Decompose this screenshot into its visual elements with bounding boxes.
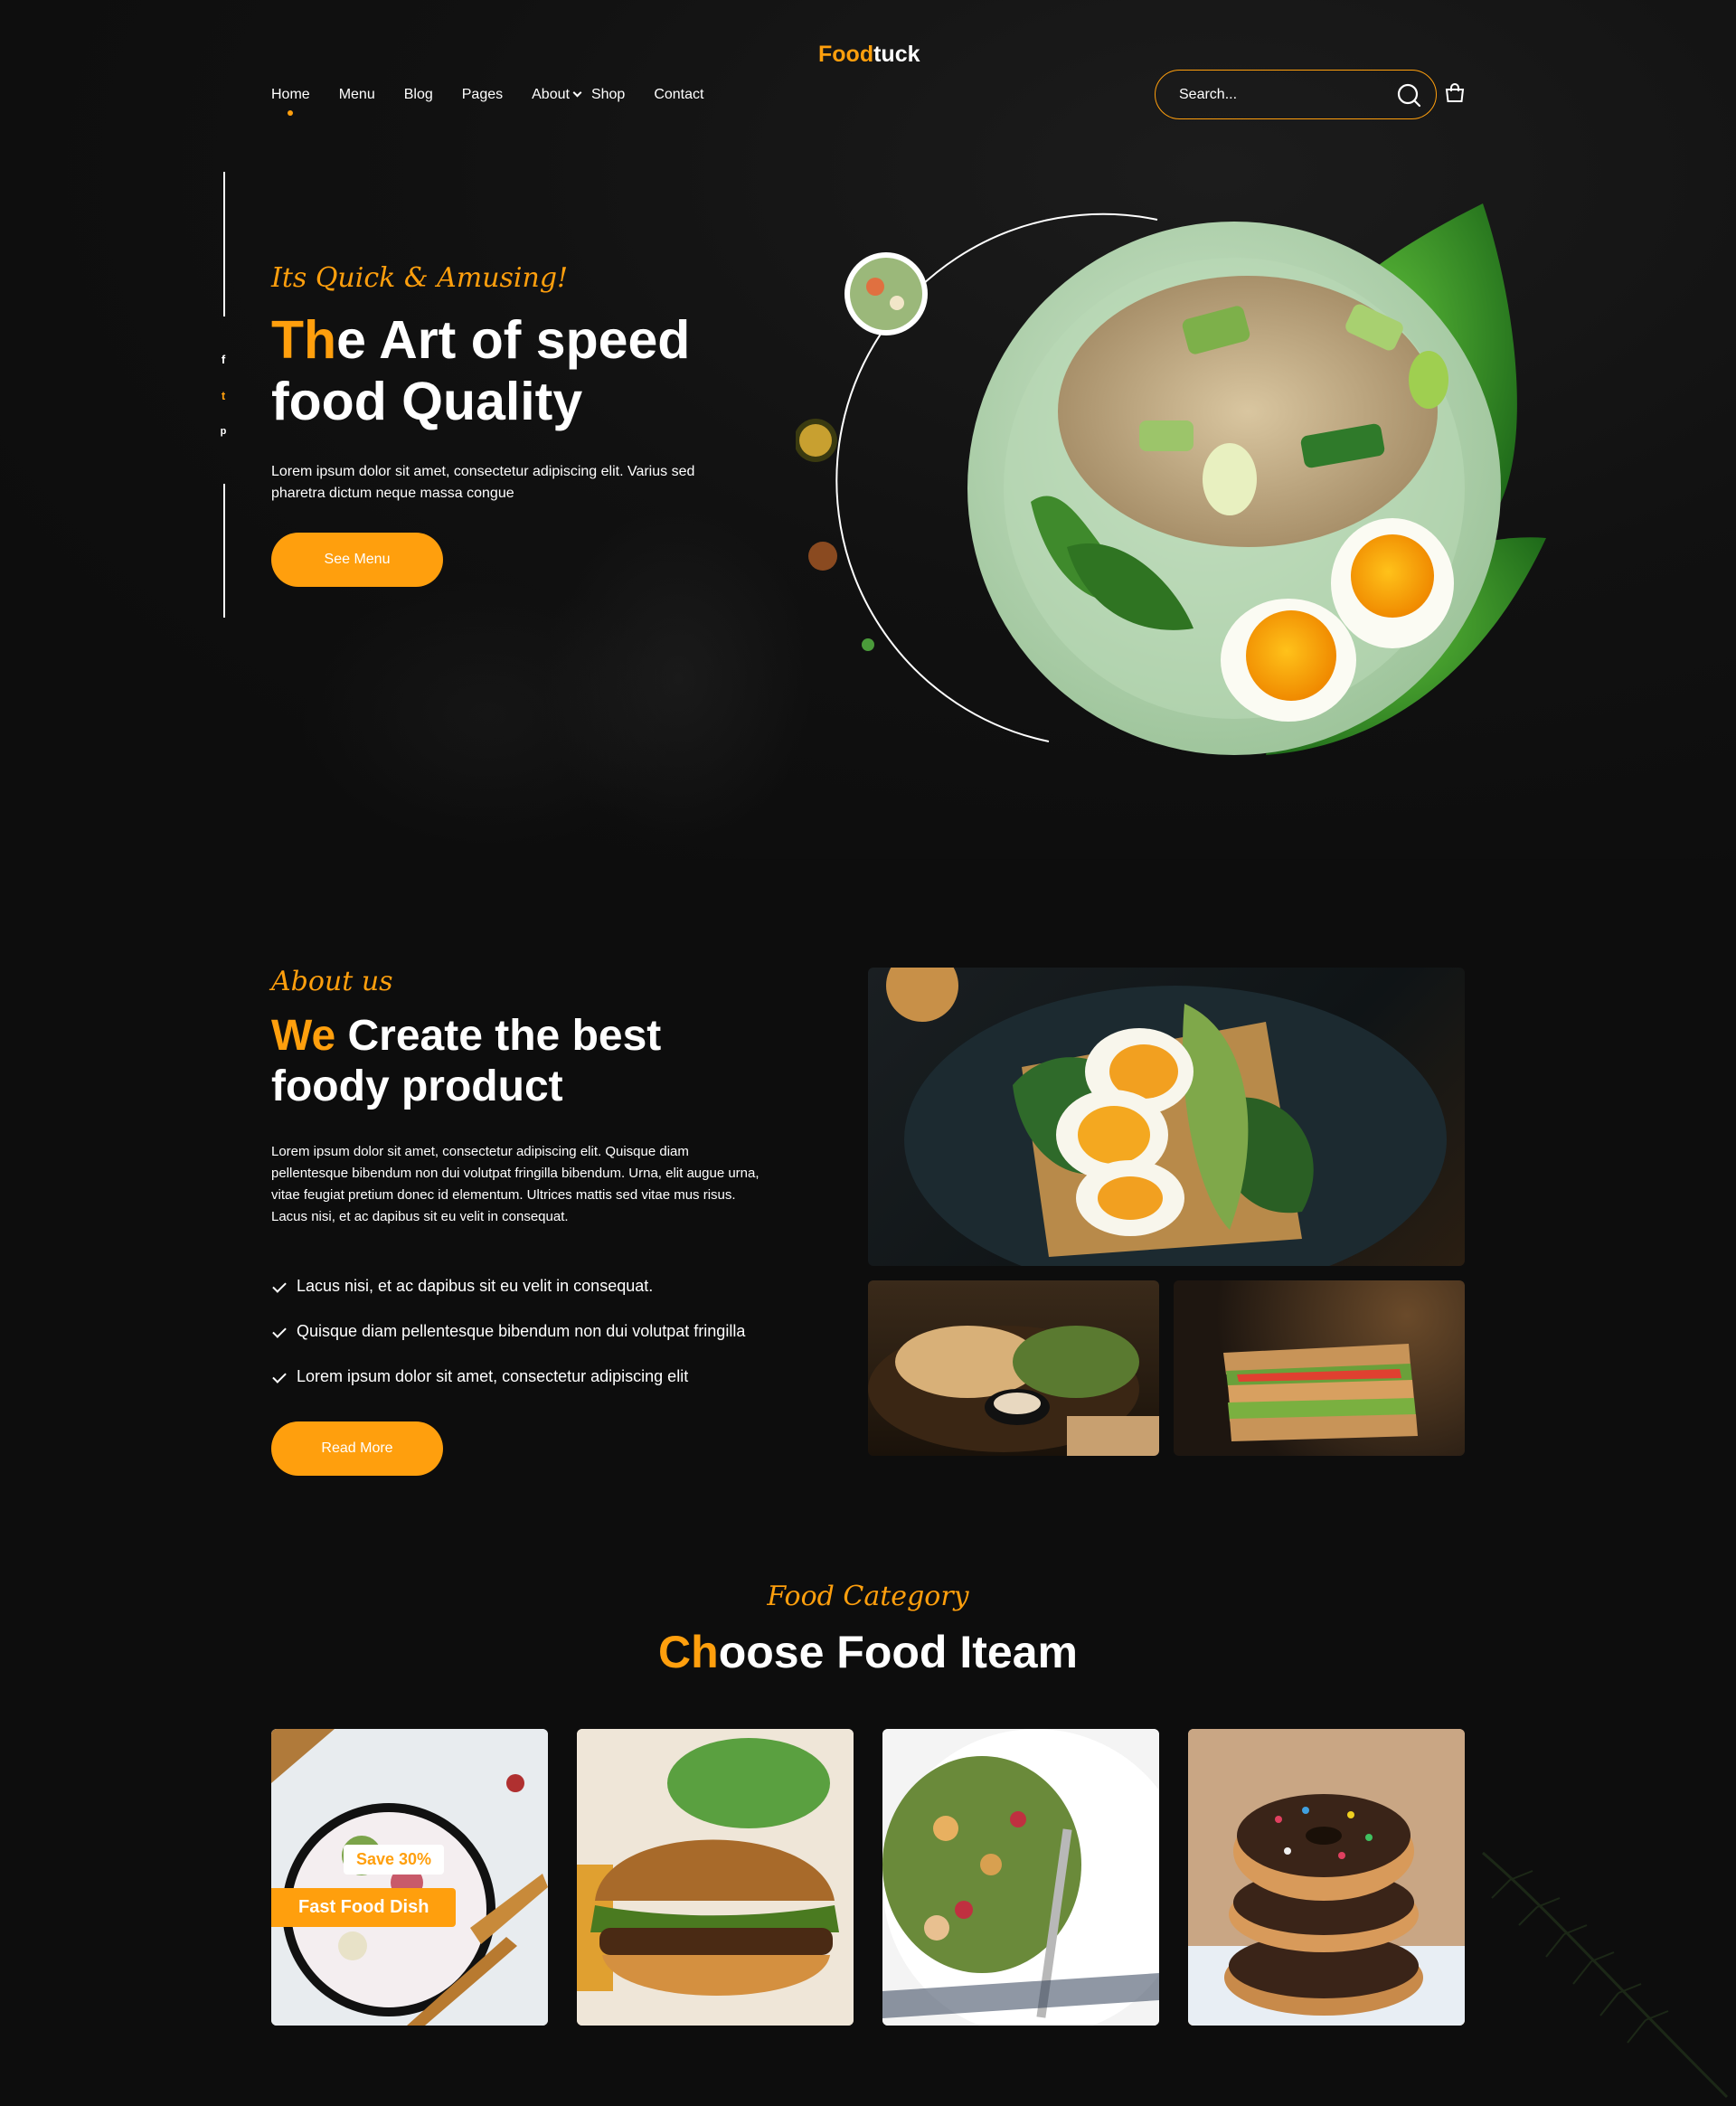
category-title-rest: oose Food Iteam [718, 1627, 1078, 1677]
checklist-text: Lorem ipsum dolor sit amet, consectetur … [297, 1367, 689, 1385]
nav-item-pages[interactable]: Pages [462, 87, 503, 103]
nav-item-contact[interactable]: Contact [654, 87, 703, 103]
check-icon [272, 1369, 287, 1384]
hero-plate-illustration [796, 203, 1546, 755]
dish-name-badge: Fast Food Dish [271, 1888, 457, 1927]
food-card-burger[interactable] [577, 1729, 854, 2026]
check-icon [272, 1324, 287, 1338]
brand-logo[interactable]: Foodtuck [818, 42, 920, 68]
about-photo-eggs-toast [868, 968, 1465, 1266]
nav-item-about[interactable]: About [532, 87, 582, 103]
eggs-toast-illustration [886, 968, 1447, 1266]
search-icon[interactable] [1396, 82, 1421, 108]
checklist-text: Lacus nisi, et ac dapibus sit eu velit i… [297, 1277, 654, 1295]
about-checklist: Lacus nisi, et ac dapibus sit eu velit i… [271, 1277, 745, 1412]
category-title: Choose Food Iteam [0, 1626, 1736, 1678]
brand-name-part2: tuck [873, 42, 920, 67]
nav-item-home[interactable]: Home [271, 87, 310, 116]
hero-section: Foodtuck Home Menu Blog Pages About Shop… [0, 0, 1736, 859]
hero-tagline: Its Quick & Amusing! [271, 262, 569, 294]
hero-title-highlight: Th [271, 310, 337, 370]
donuts-illustration [1188, 1729, 1465, 2026]
search-input[interactable] [1179, 86, 1378, 103]
discount-badge: Save 30% [344, 1845, 445, 1875]
list-item: Lacus nisi, et ac dapibus sit eu velit i… [271, 1277, 745, 1322]
food-card-salad-bowl[interactable]: Save 30% Fast Food Dish [271, 1729, 548, 2026]
nav-item-menu[interactable]: Menu [339, 87, 375, 103]
about-photo-grilled-plate [868, 1280, 1159, 1456]
grilled-plate-illustration [868, 1326, 1159, 1456]
burger-illustration [577, 1729, 854, 2026]
chevron-down-icon [572, 88, 582, 98]
about-tagline: About us [271, 966, 393, 997]
food-card-chickpea-salad[interactable] [882, 1729, 1159, 2026]
about-description: Lorem ipsum dolor sit amet, consectetur … [271, 1144, 760, 1224]
list-item: Quisque diam pellentesque bibendum non d… [271, 1322, 745, 1367]
salad-bowl-illustration [271, 1729, 548, 2026]
twitter-icon[interactable]: t [216, 389, 231, 403]
hero-title: The Art of speed food Quality [271, 309, 778, 432]
nav-item-shop[interactable]: Shop [591, 87, 625, 103]
about-title-line1: Create the best [335, 1012, 662, 1060]
about-title-line2: foody product [271, 1062, 563, 1110]
chickpea-salad-illustration [882, 1729, 1159, 2026]
hero-title-line2: food Quality [271, 372, 583, 431]
hero-description: Lorem ipsum dolor sit amet, consectetur … [271, 464, 695, 501]
background-decoration [542, 506, 814, 850]
category-title-highlight: Ch [658, 1627, 719, 1677]
divider-line [223, 484, 225, 618]
checklist-text: Quisque diam pellentesque bibendum non d… [297, 1322, 746, 1340]
list-item: Lorem ipsum dolor sit amet, consectetur … [271, 1367, 745, 1412]
herb-decoration [1482, 1851, 1729, 2099]
nav-item-blog[interactable]: Blog [404, 87, 433, 103]
hero-title-line1: e Art of speed [336, 310, 691, 370]
divider-line [223, 172, 225, 316]
search-box [1155, 70, 1437, 119]
shopping-bag-icon[interactable] [1444, 82, 1466, 104]
about-title-highlight: We [271, 1012, 336, 1060]
about-photo-sandwich [1174, 1280, 1465, 1456]
facebook-icon[interactable]: f [216, 353, 231, 367]
see-menu-button[interactable]: See Menu [271, 533, 443, 587]
category-tagline: Food Category [767, 1581, 969, 1612]
nav-item-about-label: About [532, 87, 570, 102]
food-card-donuts[interactable] [1188, 1729, 1465, 2026]
check-icon [272, 1279, 287, 1293]
about-title: We Create the best foody product [271, 1011, 778, 1112]
brand-name-part1: Food [818, 42, 874, 67]
read-more-button[interactable]: Read More [271, 1421, 443, 1476]
pinterest-icon[interactable]: p [216, 426, 231, 440]
sandwich-illustration [1223, 1344, 1418, 1441]
main-nav: Home Menu Blog Pages About Shop Contact [271, 87, 732, 116]
